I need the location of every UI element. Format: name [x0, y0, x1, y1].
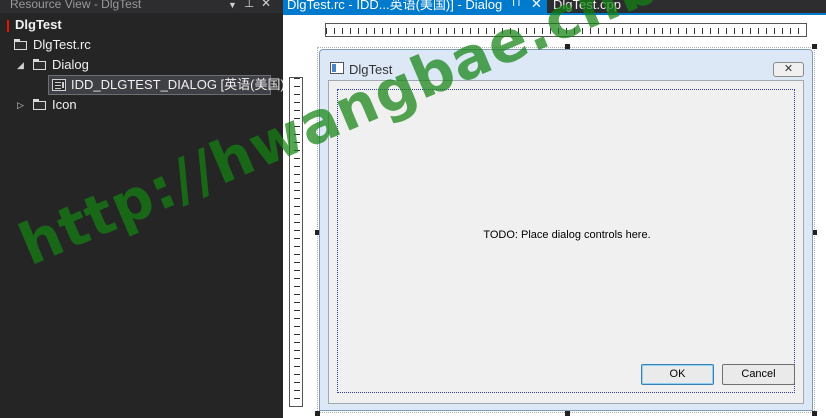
document-tab-bar: DlgTest.rc - IDD...英语(美国)] - Dialog ⊓ ✕ … [283, 0, 826, 13]
tab-dialog-editor[interactable]: DlgTest.rc - IDD...英语(美国)] - Dialog ⊓ ✕ [283, 0, 547, 13]
folder-icon [33, 99, 46, 110]
root-marker [7, 20, 9, 32]
resource-view-panel: Resource View - DlgTest ▼ ⊥ ✕ DlgTest Dl… [0, 0, 288, 418]
tree-dialog-label: Dialog [52, 57, 89, 72]
tree-item-icon-folder[interactable]: ▷ Icon [0, 95, 283, 115]
tree-rc-label: DlgTest.rc [33, 37, 91, 52]
dialog-title: DlgTest [349, 62, 393, 77]
tab-cpp-file[interactable]: DlgTest.cpp [549, 0, 659, 13]
tree-item-dialog-resource[interactable]: IDD_DLGTEST_DIALOG [英语(美国)] [48, 75, 288, 95]
horizontal-ruler[interactable] [325, 23, 807, 37]
dialog-design-surface[interactable]: DlgTest ✕ TODO: Place dialog controls he… [283, 15, 826, 418]
dialog-close-button[interactable]: ✕ [773, 62, 804, 77]
tab-cpp-file-label: DlgTest.cpp [553, 0, 621, 12]
tab-dialog-editor-label: DlgTest.rc - IDD...英语(美国)] - Dialog [287, 0, 503, 12]
close-panel-icon[interactable]: ✕ [261, 0, 271, 9]
tab-close-icon[interactable]: ✕ [531, 0, 542, 10]
pin-icon[interactable]: ⊥ [244, 0, 254, 9]
dialog-preview[interactable]: DlgTest ✕ TODO: Place dialog controls he… [319, 49, 813, 411]
vertical-ruler[interactable] [289, 77, 303, 407]
tree-item-dialog-folder[interactable]: ◢ Dialog [0, 55, 283, 75]
expanded-arrow-icon[interactable]: ◢ [17, 55, 24, 75]
resource-view-title: Resource View - DlgTest [10, 0, 142, 11]
resize-handle-bottom[interactable] [565, 411, 570, 416]
dialog-titlebar[interactable]: DlgTest ✕ [320, 50, 812, 80]
cancel-button[interactable]: Cancel [722, 364, 795, 385]
resize-handle-bottom-right[interactable] [812, 411, 817, 416]
rc-file-icon [14, 39, 27, 50]
window-position-dropdown-icon[interactable]: ▼ [228, 0, 237, 11]
folder-icon [33, 59, 46, 70]
dialog-resource-icon [52, 79, 66, 91]
tab-pin-icon[interactable]: ⊓ [512, 0, 521, 9]
resource-view-titlebar: Resource View - DlgTest ▼ ⊥ ✕ [0, 0, 283, 13]
ok-button[interactable]: OK [641, 364, 714, 385]
dialog-app-icon [330, 62, 344, 74]
dialog-client-area[interactable]: TODO: Place dialog controls here. OK Can… [328, 80, 804, 404]
tree-icon-label: Icon [52, 97, 77, 112]
dialog-margin-guide [337, 89, 795, 393]
todo-static-text[interactable]: TODO: Place dialog controls here. [329, 229, 805, 241]
tree-root-label: DlgTest [15, 17, 62, 32]
resize-handle-bottom-left[interactable] [315, 411, 320, 416]
resource-tree: DlgTest DlgTest.rc ◢ Dialog IDD_DLGTEST_… [0, 14, 288, 418]
resize-handle-top-right[interactable] [812, 44, 817, 49]
collapsed-arrow-icon[interactable]: ▷ [17, 95, 24, 115]
tree-item-root[interactable]: DlgTest [0, 15, 283, 35]
tree-item-rc-file[interactable]: DlgTest.rc [0, 35, 283, 55]
tree-dialog-resource-label: IDD_DLGTEST_DIALOG [英语(美国)] [71, 77, 289, 92]
